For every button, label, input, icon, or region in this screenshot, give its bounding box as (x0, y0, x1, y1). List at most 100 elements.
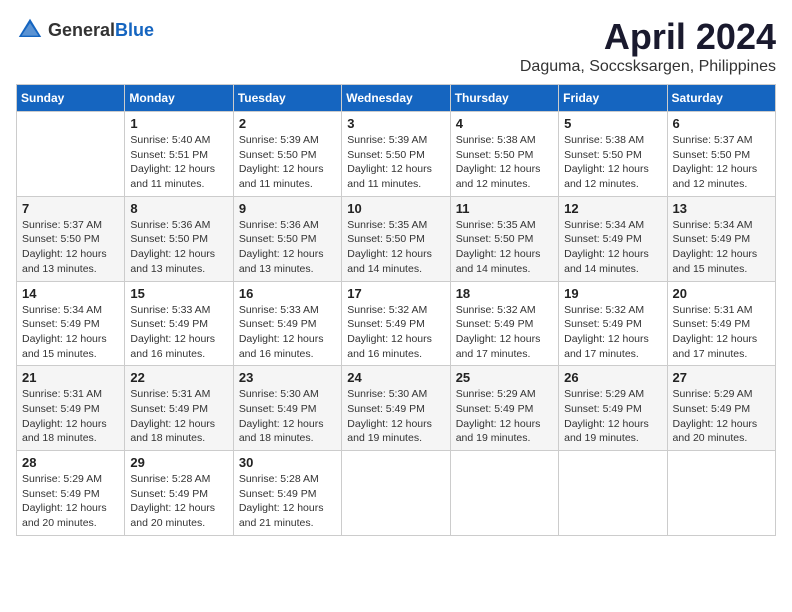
calendar-cell (559, 451, 667, 536)
calendar-cell: 5 Sunrise: 5:38 AMSunset: 5:50 PMDayligh… (559, 112, 667, 197)
day-header-monday: Monday (125, 85, 233, 112)
calendar-cell: 12 Sunrise: 5:34 AMSunset: 5:49 PMDaylig… (559, 196, 667, 281)
calendar-cell: 26 Sunrise: 5:29 AMSunset: 5:49 PMDaylig… (559, 366, 667, 451)
cell-day-number: 14 (22, 286, 119, 301)
day-header-tuesday: Tuesday (233, 85, 341, 112)
calendar-cell: 7 Sunrise: 5:37 AMSunset: 5:50 PMDayligh… (17, 196, 125, 281)
calendar-cell: 18 Sunrise: 5:32 AMSunset: 5:49 PMDaylig… (450, 281, 558, 366)
calendar-cell: 16 Sunrise: 5:33 AMSunset: 5:49 PMDaylig… (233, 281, 341, 366)
cell-day-number: 4 (456, 116, 553, 131)
calendar-table: SundayMondayTuesdayWednesdayThursdayFrid… (16, 84, 776, 536)
calendar-cell: 19 Sunrise: 5:32 AMSunset: 5:49 PMDaylig… (559, 281, 667, 366)
day-header-wednesday: Wednesday (342, 85, 450, 112)
cell-day-number: 25 (456, 370, 553, 385)
cell-info: Sunrise: 5:30 AMSunset: 5:49 PMDaylight:… (239, 387, 336, 446)
cell-day-number: 23 (239, 370, 336, 385)
cell-day-number: 12 (564, 201, 661, 216)
logo-text-general: General (48, 20, 115, 40)
page-header: GeneralBlue April 2024 Daguma, Soccsksar… (16, 16, 776, 76)
calendar-cell (450, 451, 558, 536)
cell-day-number: 9 (239, 201, 336, 216)
calendar-cell: 1 Sunrise: 5:40 AMSunset: 5:51 PMDayligh… (125, 112, 233, 197)
cell-day-number: 13 (673, 201, 770, 216)
cell-day-number: 17 (347, 286, 444, 301)
calendar-cell: 25 Sunrise: 5:29 AMSunset: 5:49 PMDaylig… (450, 366, 558, 451)
cell-info: Sunrise: 5:29 AMSunset: 5:49 PMDaylight:… (456, 387, 553, 446)
calendar-cell (667, 451, 775, 536)
cell-day-number: 15 (130, 286, 227, 301)
calendar-cell: 14 Sunrise: 5:34 AMSunset: 5:49 PMDaylig… (17, 281, 125, 366)
logo-text-blue: Blue (115, 20, 154, 40)
day-header-thursday: Thursday (450, 85, 558, 112)
calendar-cell: 3 Sunrise: 5:39 AMSunset: 5:50 PMDayligh… (342, 112, 450, 197)
cell-info: Sunrise: 5:35 AMSunset: 5:50 PMDaylight:… (347, 218, 444, 277)
cell-info: Sunrise: 5:29 AMSunset: 5:49 PMDaylight:… (673, 387, 770, 446)
cell-info: Sunrise: 5:30 AMSunset: 5:49 PMDaylight:… (347, 387, 444, 446)
cell-day-number: 26 (564, 370, 661, 385)
calendar-cell: 11 Sunrise: 5:35 AMSunset: 5:50 PMDaylig… (450, 196, 558, 281)
cell-info: Sunrise: 5:34 AMSunset: 5:49 PMDaylight:… (673, 218, 770, 277)
cell-day-number: 28 (22, 455, 119, 470)
cell-info: Sunrise: 5:36 AMSunset: 5:50 PMDaylight:… (239, 218, 336, 277)
calendar-cell: 27 Sunrise: 5:29 AMSunset: 5:49 PMDaylig… (667, 366, 775, 451)
cell-day-number: 11 (456, 201, 553, 216)
cell-day-number: 6 (673, 116, 770, 131)
cell-info: Sunrise: 5:33 AMSunset: 5:49 PMDaylight:… (239, 303, 336, 362)
cell-info: Sunrise: 5:40 AMSunset: 5:51 PMDaylight:… (130, 133, 227, 192)
calendar-cell: 17 Sunrise: 5:32 AMSunset: 5:49 PMDaylig… (342, 281, 450, 366)
cell-day-number: 8 (130, 201, 227, 216)
cell-day-number: 30 (239, 455, 336, 470)
day-header-sunday: Sunday (17, 85, 125, 112)
month-title: April 2024 (520, 16, 776, 58)
calendar-cell: 23 Sunrise: 5:30 AMSunset: 5:49 PMDaylig… (233, 366, 341, 451)
calendar-cell (17, 112, 125, 197)
logo: GeneralBlue (16, 16, 154, 44)
calendar-cell: 9 Sunrise: 5:36 AMSunset: 5:50 PMDayligh… (233, 196, 341, 281)
calendar-cell: 22 Sunrise: 5:31 AMSunset: 5:49 PMDaylig… (125, 366, 233, 451)
location-title: Daguma, Soccsksargen, Philippines (520, 58, 776, 76)
day-header-saturday: Saturday (667, 85, 775, 112)
calendar-cell: 20 Sunrise: 5:31 AMSunset: 5:49 PMDaylig… (667, 281, 775, 366)
cell-info: Sunrise: 5:33 AMSunset: 5:49 PMDaylight:… (130, 303, 227, 362)
calendar-cell: 13 Sunrise: 5:34 AMSunset: 5:49 PMDaylig… (667, 196, 775, 281)
cell-info: Sunrise: 5:32 AMSunset: 5:49 PMDaylight:… (347, 303, 444, 362)
calendar-cell: 30 Sunrise: 5:28 AMSunset: 5:49 PMDaylig… (233, 451, 341, 536)
cell-info: Sunrise: 5:29 AMSunset: 5:49 PMDaylight:… (22, 472, 119, 531)
cell-day-number: 10 (347, 201, 444, 216)
calendar-cell: 4 Sunrise: 5:38 AMSunset: 5:50 PMDayligh… (450, 112, 558, 197)
cell-info: Sunrise: 5:35 AMSunset: 5:50 PMDaylight:… (456, 218, 553, 277)
cell-info: Sunrise: 5:34 AMSunset: 5:49 PMDaylight:… (564, 218, 661, 277)
cell-day-number: 21 (22, 370, 119, 385)
day-header-friday: Friday (559, 85, 667, 112)
cell-day-number: 7 (22, 201, 119, 216)
cell-info: Sunrise: 5:32 AMSunset: 5:49 PMDaylight:… (564, 303, 661, 362)
calendar-cell: 24 Sunrise: 5:30 AMSunset: 5:49 PMDaylig… (342, 366, 450, 451)
cell-day-number: 22 (130, 370, 227, 385)
cell-info: Sunrise: 5:39 AMSunset: 5:50 PMDaylight:… (347, 133, 444, 192)
calendar-cell (342, 451, 450, 536)
cell-day-number: 27 (673, 370, 770, 385)
cell-info: Sunrise: 5:34 AMSunset: 5:49 PMDaylight:… (22, 303, 119, 362)
cell-day-number: 1 (130, 116, 227, 131)
cell-info: Sunrise: 5:39 AMSunset: 5:50 PMDaylight:… (239, 133, 336, 192)
title-block: April 2024 Daguma, Soccsksargen, Philipp… (520, 16, 776, 76)
cell-info: Sunrise: 5:37 AMSunset: 5:50 PMDaylight:… (22, 218, 119, 277)
cell-day-number: 24 (347, 370, 444, 385)
cell-info: Sunrise: 5:36 AMSunset: 5:50 PMDaylight:… (130, 218, 227, 277)
logo-icon (16, 16, 44, 44)
cell-day-number: 29 (130, 455, 227, 470)
cell-info: Sunrise: 5:29 AMSunset: 5:49 PMDaylight:… (564, 387, 661, 446)
cell-day-number: 16 (239, 286, 336, 301)
cell-day-number: 3 (347, 116, 444, 131)
calendar-cell: 21 Sunrise: 5:31 AMSunset: 5:49 PMDaylig… (17, 366, 125, 451)
cell-info: Sunrise: 5:37 AMSunset: 5:50 PMDaylight:… (673, 133, 770, 192)
calendar-cell: 2 Sunrise: 5:39 AMSunset: 5:50 PMDayligh… (233, 112, 341, 197)
cell-info: Sunrise: 5:31 AMSunset: 5:49 PMDaylight:… (673, 303, 770, 362)
cell-info: Sunrise: 5:28 AMSunset: 5:49 PMDaylight:… (130, 472, 227, 531)
cell-info: Sunrise: 5:38 AMSunset: 5:50 PMDaylight:… (564, 133, 661, 192)
cell-info: Sunrise: 5:28 AMSunset: 5:49 PMDaylight:… (239, 472, 336, 531)
calendar-cell: 15 Sunrise: 5:33 AMSunset: 5:49 PMDaylig… (125, 281, 233, 366)
calendar-cell: 10 Sunrise: 5:35 AMSunset: 5:50 PMDaylig… (342, 196, 450, 281)
cell-info: Sunrise: 5:31 AMSunset: 5:49 PMDaylight:… (130, 387, 227, 446)
calendar-cell: 29 Sunrise: 5:28 AMSunset: 5:49 PMDaylig… (125, 451, 233, 536)
